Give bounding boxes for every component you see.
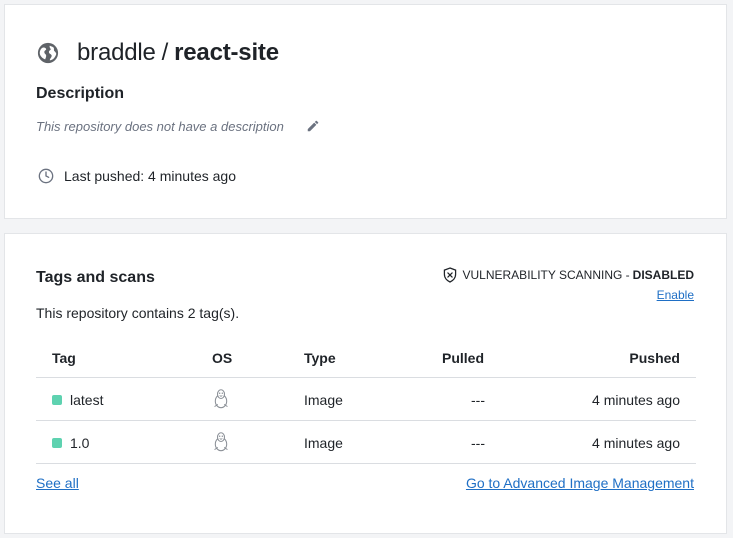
tag-type: Image: [304, 435, 343, 451]
column-pushed: Pushed: [629, 350, 680, 366]
tag-status-dot: [52, 395, 62, 405]
tags-table: Tag OS Type Pulled Pushed latest Image -…: [36, 337, 696, 464]
repository-name: react-site: [174, 39, 279, 66]
advanced-image-management-link[interactable]: Go to Advanced Image Management: [466, 475, 694, 491]
last-pushed-row: Last pushed: 4 minutes ago: [38, 168, 236, 184]
linux-icon: [214, 432, 228, 452]
tag-pulled: ---: [471, 435, 485, 451]
tag-name[interactable]: 1.0: [70, 435, 89, 451]
column-tag: Tag: [52, 350, 76, 366]
tag-pulled: ---: [471, 392, 485, 408]
repository-header-card: braddle / react-site Description This repo…: [4, 4, 727, 219]
globe-icon: [37, 42, 59, 64]
tags-and-scans-card: Tags and scans VULNERABILITY SCANNING - …: [4, 233, 727, 534]
description-heading: Description: [36, 85, 125, 102]
column-pulled: Pulled: [442, 350, 485, 366]
last-pushed-text: Last pushed: 4 minutes ago: [64, 168, 237, 184]
vulnerability-label: VULNERABILITY SCANNING -: [462, 268, 630, 282]
table-row: 1.0 Image --- 4 minutes ago: [36, 421, 696, 464]
column-type: Type: [304, 350, 336, 366]
linux-icon: [214, 389, 228, 409]
tag-status-dot: [52, 438, 62, 448]
enable-scanning-link[interactable]: Enable: [657, 288, 694, 302]
see-all-link[interactable]: See all: [36, 475, 79, 491]
tag-name[interactable]: latest: [70, 392, 103, 408]
repository-title: braddle / react-site: [37, 39, 279, 67]
title-separator: /: [161, 39, 169, 66]
tag-type: Image: [304, 392, 343, 408]
vulnerability-scanning-status: VULNERABILITY SCANNING - DISABLED: [443, 267, 694, 283]
tag-count-text: This repository contains 2 tag(s).: [36, 305, 240, 321]
tags-heading: Tags and scans: [36, 269, 155, 286]
shield-x-icon: [443, 267, 456, 283]
vulnerability-status: DISABLED: [632, 268, 694, 282]
pencil-icon[interactable]: [306, 119, 320, 133]
table-header: Tag OS Type Pulled Pushed: [36, 337, 696, 378]
repository-namespace[interactable]: braddle: [77, 39, 156, 66]
table-row: latest Image --- 4 minutes ago: [36, 378, 696, 421]
tag-pushed: 4 minutes ago: [592, 392, 680, 408]
description-text: This repository does not have a descript…: [36, 119, 284, 134]
column-os: OS: [212, 350, 233, 366]
tag-pushed: 4 minutes ago: [592, 435, 680, 451]
clock-icon: [38, 168, 54, 184]
